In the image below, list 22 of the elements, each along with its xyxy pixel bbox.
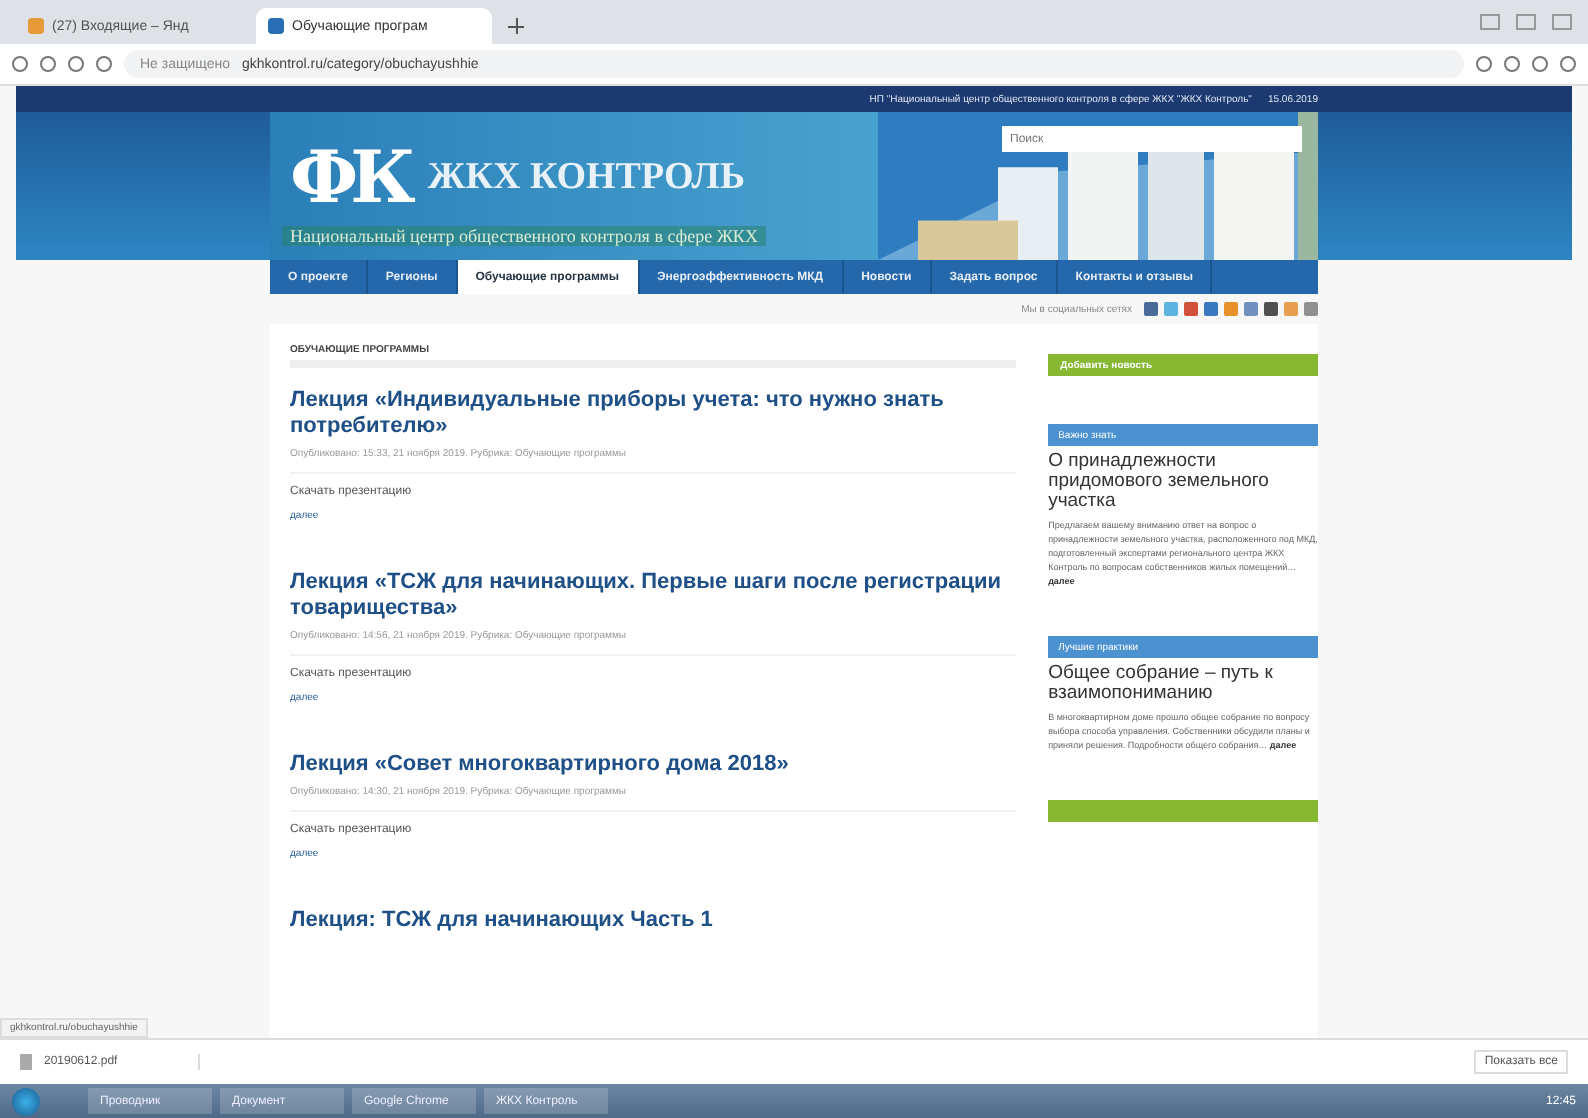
- post-title-link[interactable]: Лекция «Индивидуальные приборы учета: что нужно знать потребителю»: [290, 388, 1017, 440]
- file-icon: [20, 1054, 32, 1070]
- widget-title: Общее собрание – путь к взаимопониманию: [1048, 664, 1275, 704]
- post-title-link[interactable]: Лекция: ТСЖ для начинающих Часть 1: [290, 908, 713, 934]
- site-subtitle: Национальный центр общественного контроля в сфере ЖКХ: [282, 226, 766, 246]
- start-icon[interactable]: [12, 1087, 40, 1115]
- logo-icon: ФК: [290, 136, 408, 220]
- social-icon[interactable]: [1164, 302, 1178, 316]
- social-icon[interactable]: [1224, 302, 1238, 316]
- post-title-link[interactable]: Лекция «ТСЖ для начинающих. Первые шаги после регистрации товарищества»: [290, 570, 1017, 622]
- social-icon[interactable]: [1284, 302, 1298, 316]
- social-icon[interactable]: [1264, 302, 1278, 316]
- favicon-icon: [268, 18, 284, 34]
- social-icon[interactable]: [1184, 302, 1198, 316]
- post-title-link[interactable]: Лекция «Совет многоквартирного дома 2018»: [290, 752, 789, 778]
- widget-title: О принадлежности придомового земельного участка: [1048, 452, 1271, 512]
- social-icon[interactable]: [1244, 302, 1258, 316]
- social-icon[interactable]: [1304, 302, 1318, 316]
- favicon-icon: [28, 18, 44, 34]
- site-title: ЖКХ КОНТРОЛЬ: [427, 156, 746, 200]
- social-icon[interactable]: [1204, 302, 1218, 316]
- social-icon[interactable]: [1144, 302, 1158, 316]
